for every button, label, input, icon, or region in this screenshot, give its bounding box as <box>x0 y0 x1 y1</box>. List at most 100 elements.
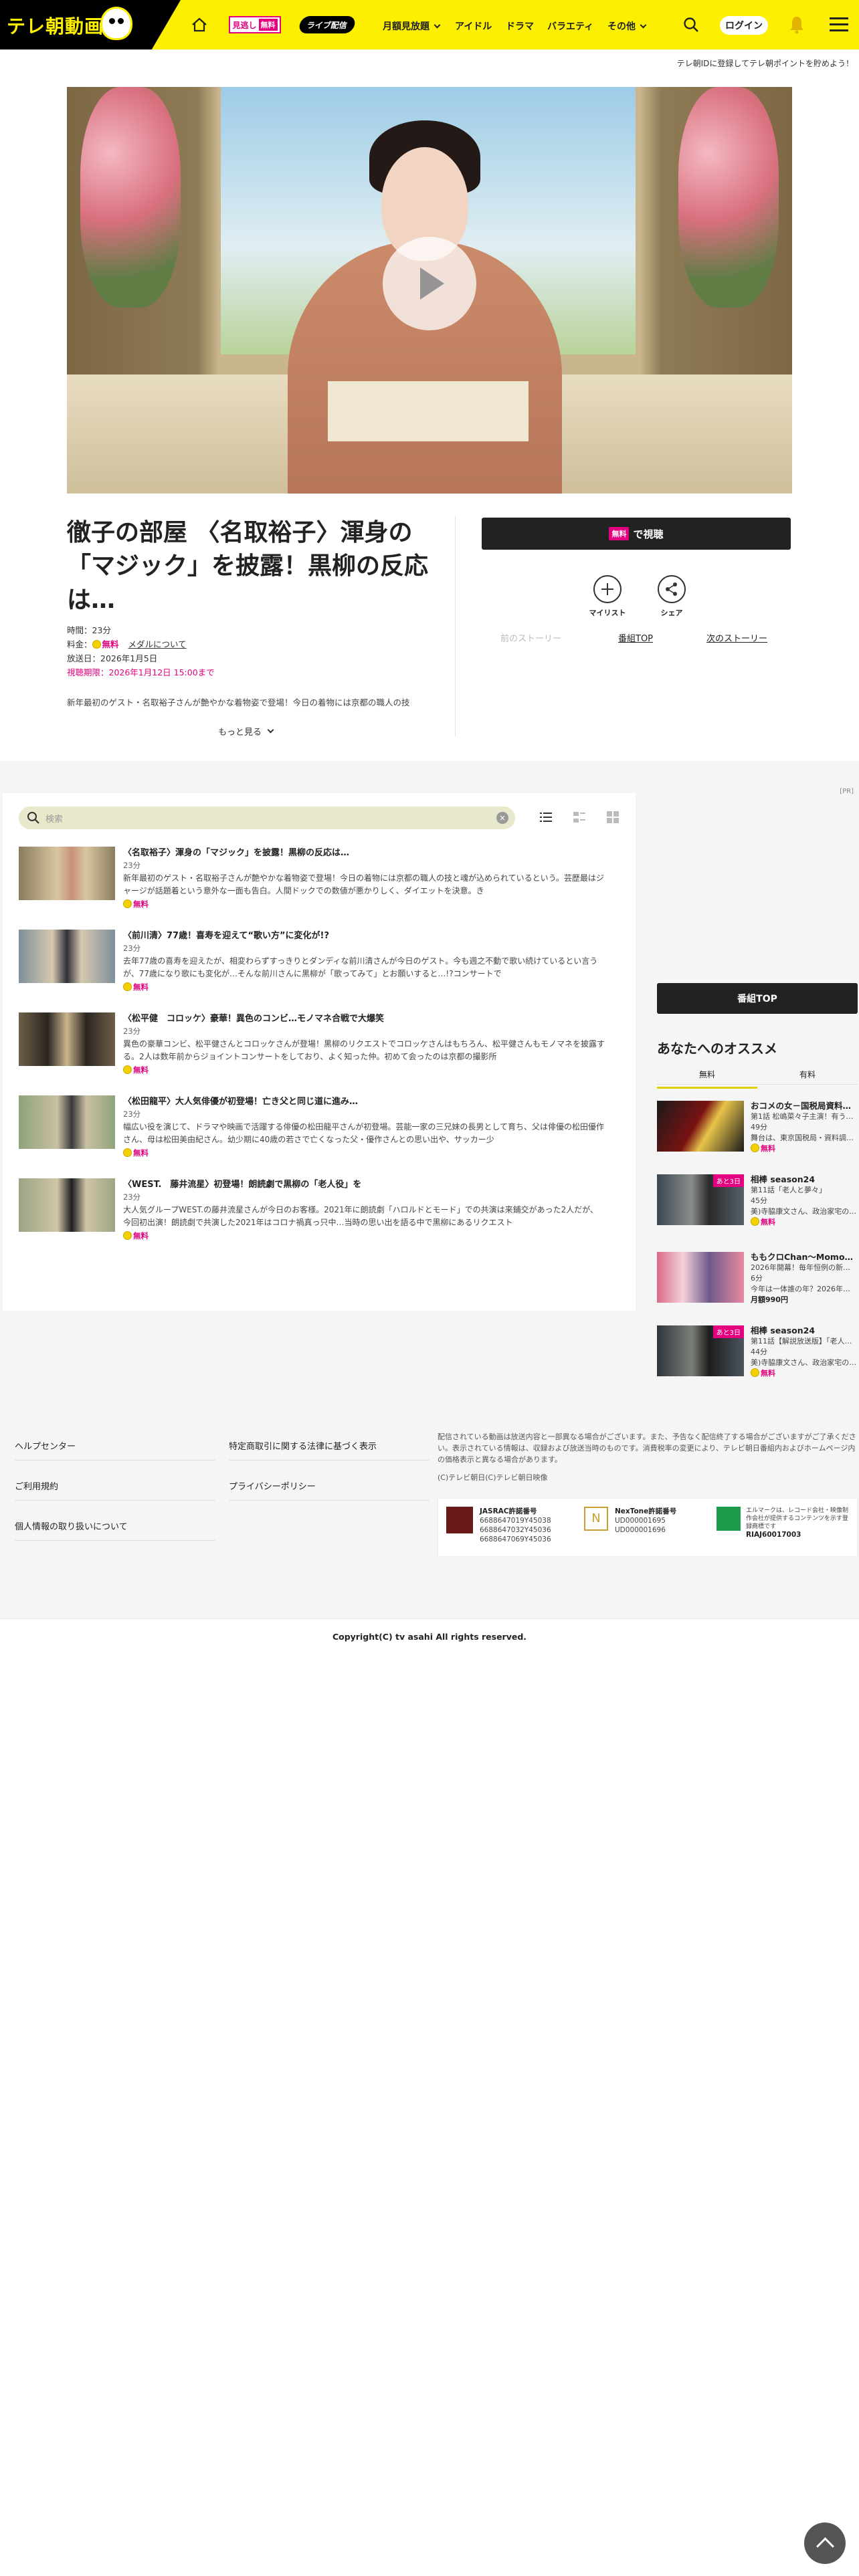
privacy-policy-link[interactable]: プライバシーポリシー <box>229 1479 430 1501</box>
lmark-info: エルマークは、レコード会社・映像制作会社が提供するコンテンツを示す登録商標です … <box>746 1507 853 1539</box>
episode-description: 新年最初のゲスト・名取裕子さんが艶やかな着物姿で登場！今日の着物には京都の職人の… <box>67 697 410 708</box>
coin-icon <box>751 1144 759 1152</box>
help-center-link[interactable]: ヘルプセンター <box>15 1439 215 1461</box>
nav-variety[interactable]: バラエティ <box>547 19 593 33</box>
episode-duration: 時間：23分 <box>67 625 111 635</box>
list-item[interactable]: 〈WEST. 藤井流星〉初登場！朗読劇で黒柳の「老人役」を 23分 大人気グルー… <box>19 1178 621 1252</box>
card-subtitle: 2026年開幕！毎年恒例の新… <box>751 1263 850 1272</box>
video-player[interactable] <box>67 87 792 494</box>
nextone-num: UD000001695 <box>615 1517 666 1525</box>
item-description: 新年最初のゲスト・名取裕子さんが艶やかな着物姿で登場！今日の着物には京都の職人の… <box>123 873 604 895</box>
program-top-link[interactable]: 番組TOP <box>618 631 653 644</box>
card-duration: 6分 <box>751 1274 763 1283</box>
play-icon[interactable] <box>383 237 476 330</box>
nav-label: ドラマ <box>506 21 534 32</box>
detail-view-icon[interactable] <box>571 809 587 825</box>
mascot-icon <box>100 7 132 40</box>
mitoshi-free-badge[interactable]: 見逃し 無料 <box>229 16 281 33</box>
program-top-button[interactable]: 番組TOP <box>657 983 858 1014</box>
recommend-card[interactable]: あと3日 相棒 season24 第11話【解説放送版】「老人… 44分 美)寺… <box>657 1325 858 1379</box>
card-duration: 49分 <box>751 1123 767 1132</box>
coin-icon <box>751 1368 759 1377</box>
mylist-label: マイリスト <box>589 609 626 617</box>
card-title: ももクロChan～Momo… <box>751 1252 854 1262</box>
hero-flowers-right <box>678 87 779 308</box>
card-price: 無料 <box>761 1369 775 1378</box>
item-duration: 23分 <box>123 944 141 953</box>
header: テレ朝動画 見逃し 無料 ライブ配信 月額見放題 アイドル ドラマ バラエティ そ… <box>0 0 859 49</box>
item-price: 無料 <box>133 1065 149 1075</box>
footer-divider <box>0 1618 859 1619</box>
item-description: 幅広い役を演じて、ドラマや映画で活躍する俳優の松田龍平さんが初登場。芸能一家の三… <box>123 1122 605 1144</box>
clear-icon[interactable]: × <box>496 812 508 824</box>
days-left-tag: あと3日 <box>712 1325 744 1338</box>
episode-title: 徹子の部屋 〈名取裕子〉渾身の「マジック」を披露！黒柳の反応は… <box>67 519 429 614</box>
home-icon[interactable] <box>191 16 208 33</box>
next-story-link[interactable]: 次のストーリー <box>706 631 767 644</box>
hero-flowers-left <box>80 87 181 308</box>
live-badge[interactable]: ライブ配信 <box>298 16 357 33</box>
coin-icon <box>123 899 132 908</box>
personal-info-link[interactable]: 個人情報の取り扱いについて <box>15 1519 215 1541</box>
coin-icon <box>92 640 101 649</box>
days-left-tag: あと3日 <box>712 1174 744 1187</box>
footer-note-text: 配信されている動画は放送内容と一部異なる場合がございます。また、予告なく配信終了… <box>438 1432 856 1464</box>
terms-link[interactable]: ご利用規約 <box>15 1479 215 1501</box>
jasrac-num: 6688647069Y45036 <box>480 1535 551 1543</box>
point-promo-link[interactable]: テレ朝IDに登録してテレ朝ポイントを貯めよう！ <box>677 58 854 69</box>
list-item[interactable]: 〈松田龍平〉大人気俳優が初登場！亡き父と同じ道に進み… 23分 幅広い役を演じて… <box>19 1095 621 1169</box>
mylist-button[interactable]: マイリスト <box>587 575 628 618</box>
recommend-title: あなたへのオススメ <box>657 1041 777 1057</box>
item-price: 無料 <box>133 982 149 992</box>
coin-icon <box>123 1231 132 1240</box>
recommend-card[interactable]: ももクロChan～Momo… 2026年開幕！毎年恒例の新… 6分 今年は一体誰… <box>657 1252 858 1305</box>
list-view-icon[interactable] <box>538 809 554 825</box>
more-button[interactable]: もっと見る <box>218 725 274 738</box>
card-thumbnail: あと3日 <box>657 1174 744 1225</box>
search-input[interactable]: 検索 × <box>19 807 515 829</box>
tab-paid[interactable]: 有料 <box>757 1069 858 1080</box>
nav-other[interactable]: その他 <box>607 19 647 33</box>
nav-monthly[interactable]: 月額見放題 <box>383 19 441 33</box>
nav-label: その他 <box>607 21 636 32</box>
share-icon <box>658 575 686 603</box>
tab-free[interactable]: 無料 <box>657 1069 757 1089</box>
card-desc: 舞台は、東京国税局・資料調… <box>751 1134 854 1142</box>
scroll-to-top-button[interactable] <box>804 2523 846 2564</box>
commercial-law-link[interactable]: 特定商取引に関する法律に基づく表示 <box>229 1439 430 1461</box>
item-description: 去年77歳の喜寿を迎えたが、相変わらずすっきりとダンディな前川清さんが今日のゲス… <box>123 956 598 978</box>
bell-icon[interactable] <box>788 15 805 35</box>
chevron-down-icon <box>434 21 441 28</box>
recommend-card[interactable]: あと3日 相棒 season24 第11話「老人と夢々」 45分 美)寺脇康文さ… <box>657 1174 858 1228</box>
share-button[interactable]: シェア <box>652 575 692 618</box>
watch-button[interactable]: 無料 で視聴 <box>482 518 791 550</box>
login-button[interactable]: ログイン <box>720 16 768 35</box>
search-icon[interactable] <box>682 16 700 33</box>
list-item[interactable]: 〈松平健 コロッケ〉豪華！異色のコンビ…モノマネ合戦で大爆笑 23分 異色の豪華… <box>19 1012 621 1086</box>
item-description: 大人気グループWEST.の藤井流星さんが今日のお客様。2021年に朗読劇「ハロル… <box>123 1205 599 1227</box>
episode-limit: 視聴期限：2026年1月12日 15:00まで <box>67 667 215 677</box>
item-duration: 23分 <box>123 1027 141 1036</box>
item-title: 〈WEST. 藤井流星〉初登場！朗読劇で黒柳の「老人役」を <box>123 1180 362 1190</box>
chevron-down-icon <box>267 726 274 734</box>
card-price: 無料 <box>761 1144 775 1153</box>
coin-icon <box>123 982 132 991</box>
nav-idol[interactable]: アイドル <box>455 19 492 33</box>
medal-link[interactable]: メダルについて <box>128 639 187 649</box>
list-item[interactable]: 〈前川清〉77歳！喜寿を迎えて“歌い方”に変化が!? 23分 去年77歳の喜寿を… <box>19 930 621 1003</box>
recommend-card[interactable]: おコメの女－国税局資料… 第1話 松嶋菜々子主演！有う… 49分 舞台は、東京国… <box>657 1101 858 1154</box>
logo-text: テレ朝動画 <box>7 15 104 37</box>
grid-view-icon[interactable] <box>605 809 621 825</box>
watch-free-badge: 無料 <box>609 527 630 540</box>
list-item[interactable]: 〈名取裕子〉渾身の「マジック」を披露！黒柳の反応は… 23分 新年最初のゲスト・… <box>19 847 621 920</box>
nextone-info: NexTone許諾番号 UD000001695 UD000001696 <box>615 1507 676 1535</box>
coin-icon <box>751 1217 759 1226</box>
site-logo[interactable]: テレ朝動画 <box>0 0 181 49</box>
item-price: 無料 <box>133 1148 149 1158</box>
search-placeholder: 検索 <box>45 815 64 825</box>
hamburger-menu-icon[interactable] <box>830 17 848 32</box>
item-duration: 23分 <box>123 861 141 870</box>
nav-drama[interactable]: ドラマ <box>506 19 534 33</box>
card-subtitle: 第11話「老人と夢々」 <box>751 1186 826 1194</box>
nextone-num: UD000001696 <box>615 1526 666 1534</box>
